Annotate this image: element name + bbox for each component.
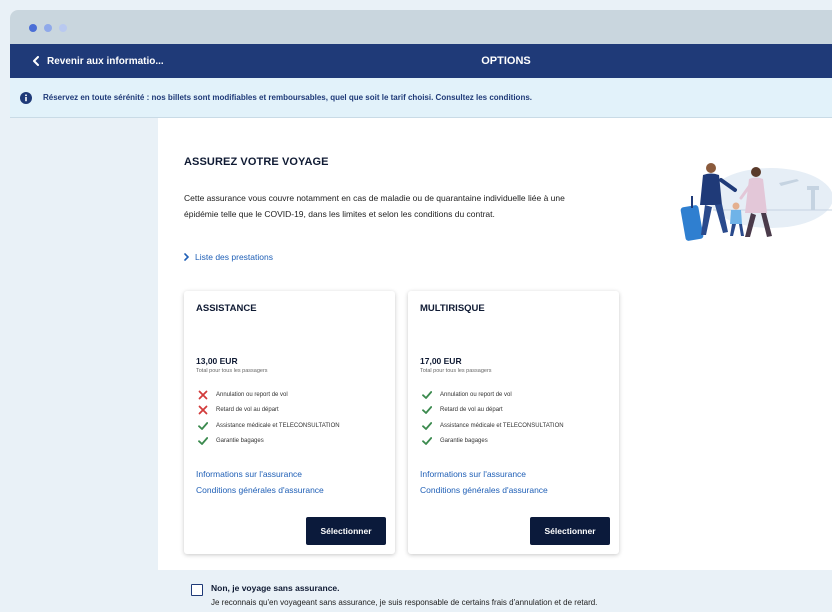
check-icon	[198, 437, 208, 446]
section-description: Cette assurance vous couvre notamment en…	[184, 193, 565, 219]
check-icon	[422, 406, 432, 415]
insurance-section: ASSUREZ VOTRE VOYAGE Cette assurance vou…	[158, 118, 832, 612]
select-multirisque-button[interactable]: Sélectionner	[530, 517, 610, 545]
cross-icon	[198, 390, 208, 400]
info-banner: Réservez en toute sérénité : nos billets…	[10, 78, 832, 118]
back-link[interactable]: Revenir aux informatio...	[32, 44, 164, 78]
feature-item: Retard de vol au départ	[198, 403, 340, 419]
window-dot-minimize[interactable]	[44, 24, 52, 32]
check-icon	[422, 390, 432, 399]
card-title: ASSISTANCE	[196, 303, 257, 314]
benefits-list-label: Liste des prestations	[195, 252, 273, 262]
feature-label: Assistance médicale et TELECONSULTATION	[440, 422, 564, 429]
info-banner-text[interactable]: Réservez en toute sérénité : nos billets…	[43, 78, 532, 118]
feature-item: Retard de vol au départ	[422, 403, 564, 419]
feature-list: Annulation ou report de vol Retard de vo…	[422, 387, 564, 449]
window-dot-close[interactable]	[29, 24, 37, 32]
no-insurance-description: Je reconnais qu'en voyageant sans assura…	[211, 598, 598, 607]
feature-list: Annulation ou report de vol Retard de vo…	[198, 387, 340, 449]
section-title: ASSUREZ VOTRE VOYAGE	[184, 156, 329, 168]
check-icon	[198, 421, 208, 430]
feature-label: Garantie bagages	[216, 438, 264, 445]
benefits-list-link[interactable]: Liste des prestations	[184, 252, 273, 262]
feature-label: Assistance médicale et TELECONSULTATION	[216, 422, 340, 429]
no-insurance-option: Non, je voyage sans assurance. Je reconn…	[158, 570, 832, 612]
app-window: Revenir aux informatio... OPTIONS Réserv…	[10, 10, 832, 612]
window-titlebar	[10, 10, 832, 44]
top-navigation-bar: Revenir aux informatio... OPTIONS	[10, 44, 832, 78]
feature-label: Garantie bagages	[440, 438, 488, 445]
card-price-note: Total pour tous les passagers	[196, 368, 268, 374]
back-link-label: Revenir aux informatio...	[47, 55, 164, 67]
insurance-terms-link[interactable]: Conditions générales d'assurance	[420, 485, 548, 495]
feature-item: Annulation ou report de vol	[198, 387, 340, 403]
travel-family-illustration	[680, 163, 832, 241]
cross-icon	[198, 405, 208, 415]
chevron-right-icon	[184, 253, 189, 261]
info-icon	[20, 92, 32, 104]
insurance-info-link[interactable]: Informations sur l'assurance	[196, 469, 302, 479]
window-dot-maximize[interactable]	[59, 24, 67, 32]
insurance-info-link[interactable]: Informations sur l'assurance	[420, 469, 526, 479]
feature-label: Annulation ou report de vol	[440, 391, 512, 398]
chevron-left-icon	[33, 56, 39, 66]
feature-label: Retard de vol au départ	[440, 407, 503, 414]
feature-item: Garantie bagages	[198, 434, 340, 450]
card-title: MULTIRISQUE	[420, 303, 485, 314]
card-price: 17,00 EUR	[420, 356, 462, 366]
check-icon	[422, 421, 432, 430]
feature-item: Assistance médicale et TELECONSULTATION	[198, 418, 340, 434]
feature-label: Retard de vol au départ	[216, 407, 279, 414]
feature-item: Assistance médicale et TELECONSULTATION	[422, 418, 564, 434]
insurance-card-multirisque: MULTIRISQUE 17,00 EUR Total pour tous le…	[408, 291, 619, 554]
no-insurance-checkbox[interactable]	[191, 584, 203, 596]
insurance-terms-link[interactable]: Conditions générales d'assurance	[196, 485, 324, 495]
no-insurance-title[interactable]: Non, je voyage sans assurance.	[211, 583, 340, 593]
select-assistance-button[interactable]: Sélectionner	[306, 517, 386, 545]
check-icon	[422, 437, 432, 446]
feature-label: Annulation ou report de vol	[216, 391, 288, 398]
card-price-note: Total pour tous les passagers	[420, 368, 492, 374]
left-sidebar	[10, 118, 158, 612]
feature-item: Annulation ou report de vol	[422, 387, 564, 403]
card-price: 13,00 EUR	[196, 356, 238, 366]
page-background: Revenir aux informatio... OPTIONS Réserv…	[0, 0, 832, 612]
insurance-card-assistance: ASSISTANCE 13,00 EUR Total pour tous les…	[184, 291, 395, 554]
feature-item: Garantie bagages	[422, 434, 564, 450]
